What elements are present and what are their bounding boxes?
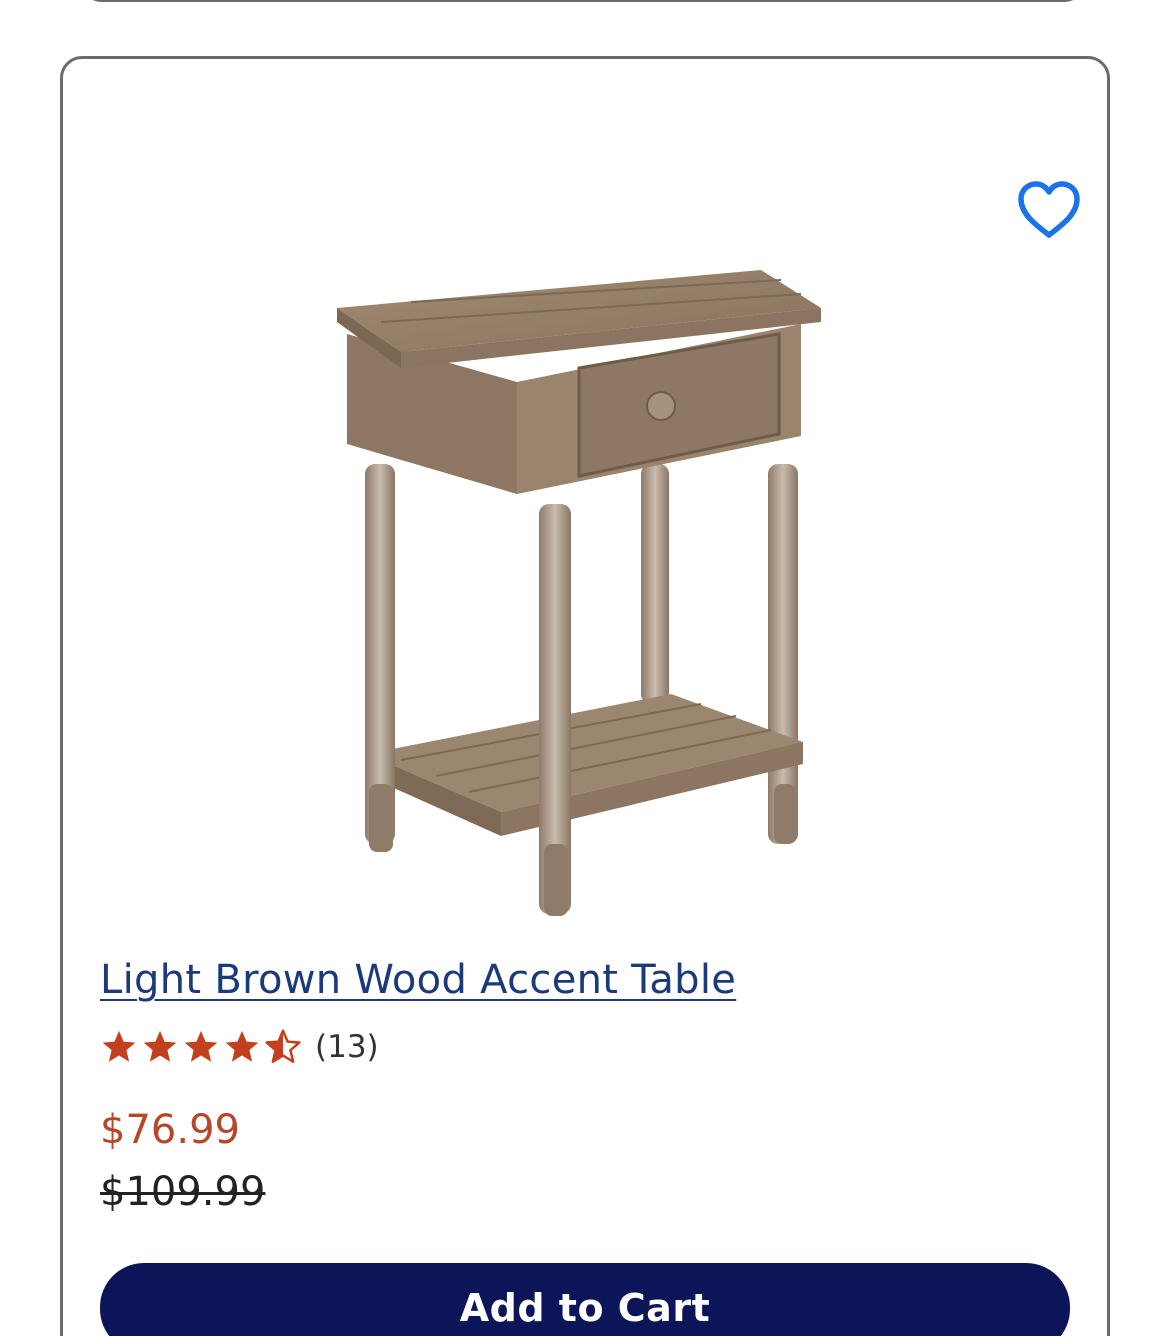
product-card: Light Brown Wood Accent Table (13) $76.9… (60, 56, 1110, 1336)
review-count: (13) (315, 1029, 379, 1065)
product-image[interactable] (331, 264, 931, 932)
previous-product-card-edge (78, 0, 1088, 2)
add-to-cart-button[interactable]: Add to Cart (100, 1263, 1070, 1336)
sale-price: $76.99 (100, 1107, 240, 1153)
star-full-icon (102, 1030, 136, 1062)
original-price: $109.99 (100, 1169, 266, 1215)
favorite-button[interactable] (1015, 179, 1083, 243)
product-title-link[interactable]: Light Brown Wood Accent Table (100, 957, 736, 1003)
product-listing-page: Light Brown Wood Accent Table (13) $76.9… (0, 0, 1170, 1336)
star-full-icon (225, 1030, 259, 1062)
heart-outline-icon (1018, 181, 1080, 238)
star-full-icon (184, 1030, 218, 1062)
star-full-icon (143, 1030, 177, 1062)
product-rating[interactable]: (13) (100, 1025, 379, 1069)
accent-table-illustration (337, 270, 821, 916)
star-half-icon (265, 1029, 301, 1063)
star-rating (100, 1028, 305, 1066)
